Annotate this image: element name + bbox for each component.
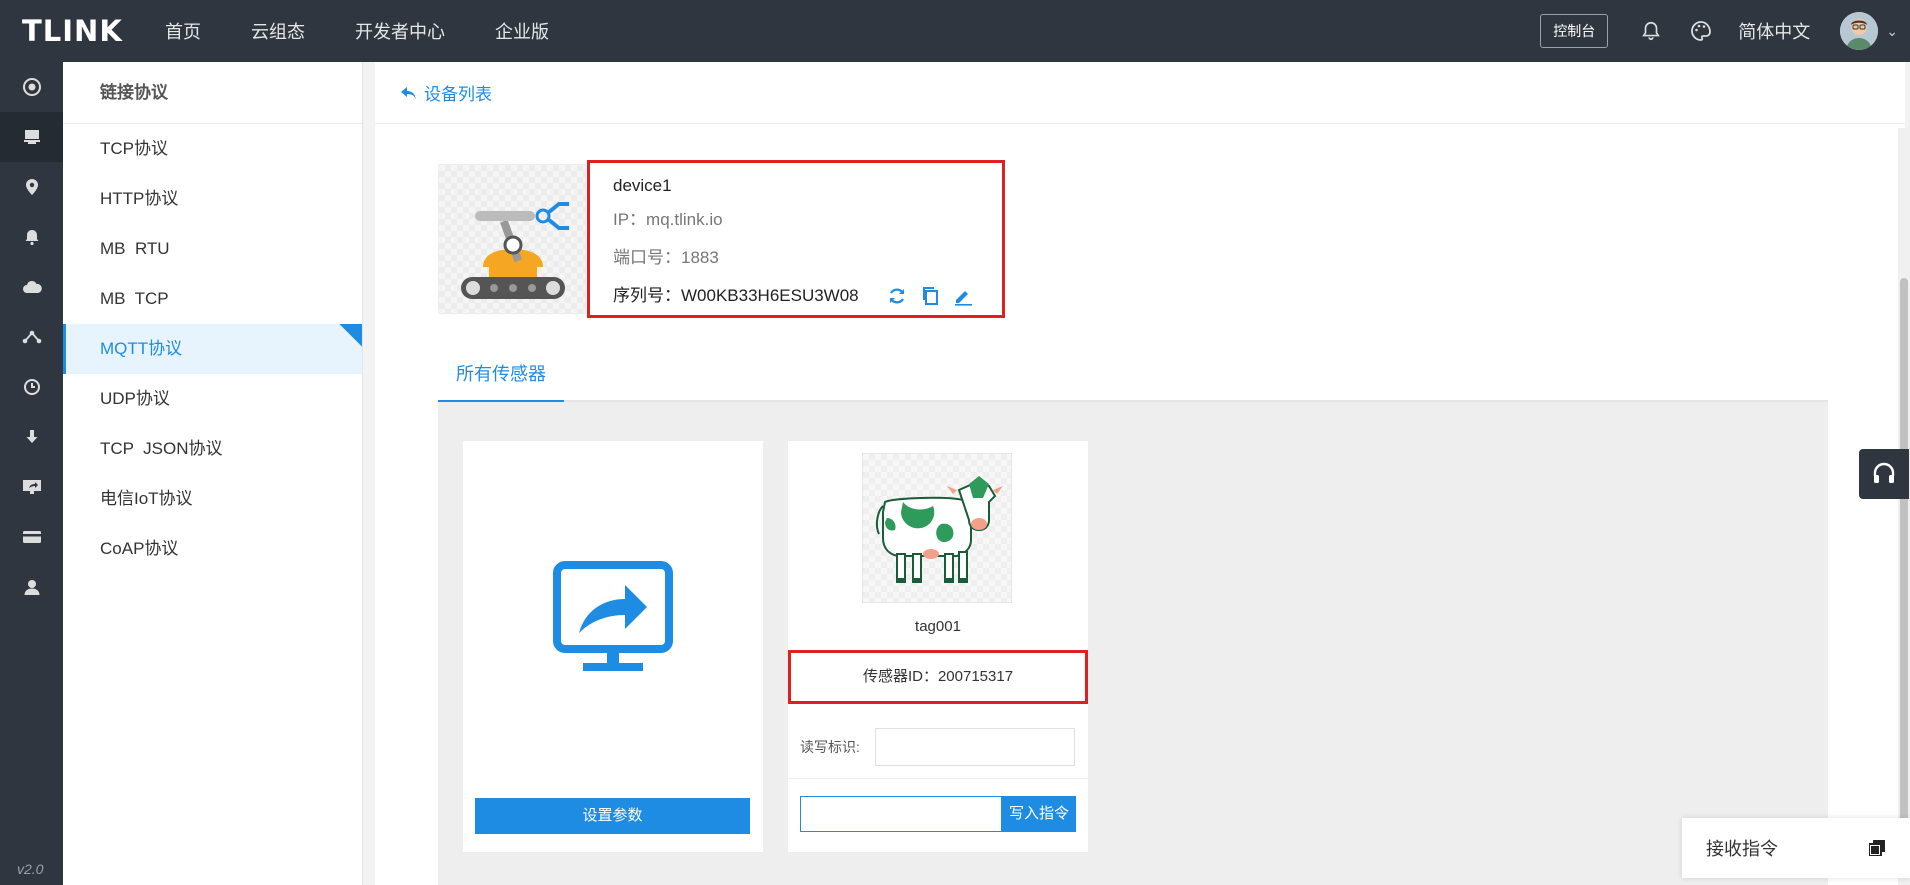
device-serial-row: 序列号：W00KB33H6ESU3W08 (613, 277, 1002, 315)
sensor-tabs: 所有传感器 (438, 346, 1828, 402)
rw-label: 读写标识: (800, 739, 860, 755)
sidebar-item-tcp-json[interactable]: TCP JSON协议 (63, 424, 362, 474)
dashboard-icon[interactable] (0, 62, 63, 112)
cloud-icon[interactable] (0, 262, 63, 312)
card-icon[interactable] (0, 512, 63, 562)
top-bar: TLINK 首页 云组态 开发者中心 企业版 控制台 简体中文 ⌄ (0, 0, 1910, 62)
receive-command-panel[interactable]: 接收指令 (1682, 818, 1910, 878)
breadcrumb[interactable]: 设备列表 (375, 62, 1905, 124)
current-ribbon (330, 324, 362, 356)
screen-share-icon[interactable] (0, 462, 63, 512)
sidebar-title: 链接协议 (63, 62, 362, 124)
sidebar-item-label: MQTT协议 (100, 339, 183, 358)
scrollbar[interactable] (1898, 128, 1910, 885)
sidebar-item-telecom-iot[interactable]: 电信IoT协议 (63, 474, 362, 524)
set-param-card: 设置参数 (463, 441, 763, 852)
sensor-image (862, 453, 1012, 603)
download-icon[interactable] (0, 412, 63, 462)
device-serial: 序列号：W00KB33H6ESU3W08 (613, 286, 859, 305)
sidebar-item-mb-tcp[interactable]: MB TCP (63, 274, 362, 324)
scrollbar-thumb[interactable] (1900, 278, 1908, 878)
write-command-button[interactable]: 写入指令 (1002, 796, 1076, 832)
sensor-id: 传感器ID：200715317 (788, 650, 1088, 704)
screen-share-icon (553, 561, 673, 671)
clock-icon[interactable] (0, 362, 63, 412)
device-image (438, 164, 586, 314)
device-info-box: device1 IP：mq.tlink.io 端口号：1883 序列号：W00K… (587, 160, 1005, 318)
sidebar-item-tcp[interactable]: TCP协议 (63, 124, 362, 174)
device-name: device1 (613, 176, 672, 195)
sensor-tag-name: tag001 (915, 618, 961, 635)
protocol-sidebar: 链接协议 TCP协议 HTTP协议 MB RTU MB TCP MQTT协议 U… (63, 62, 363, 885)
main-content: 设备列表 device1 IP：mq.tlink.io 端口号：1883 序列号… (375, 62, 1905, 885)
back-arrow-icon (401, 86, 416, 99)
command-input[interactable] (800, 796, 1002, 832)
sidebar-item-http[interactable]: HTTP协议 (63, 174, 362, 224)
location-icon[interactable] (0, 162, 63, 212)
headset-icon (1873, 462, 1895, 483)
console-button[interactable]: 控制台 (1540, 14, 1609, 48)
divider (788, 778, 1088, 779)
device-port: 端口号：1883 (613, 248, 719, 267)
rw-field: 读写标识: (800, 728, 1075, 766)
sidebar-item-coap[interactable]: CoAP协议 (63, 524, 362, 574)
set-param-button[interactable]: 设置参数 (475, 798, 750, 834)
top-right: 控制台 简体中文 ⌄ (1540, 0, 1910, 62)
tab-all-sensors[interactable]: 所有传感器 (438, 346, 564, 402)
receive-command-label: 接收指令 (1706, 839, 1778, 859)
breadcrumb-device-list[interactable]: 设备列表 (424, 80, 492, 105)
window-icon[interactable] (1869, 840, 1885, 856)
sensor-card: tag001 传感器ID：200715317 读写标识: 写入指令 (788, 441, 1088, 852)
sidebar-item-mb-rtu[interactable]: MB RTU (63, 224, 362, 274)
share-node-icon[interactable] (0, 312, 63, 362)
copy-icon[interactable] (920, 286, 940, 306)
nav-cloud-config[interactable]: 云组态 (251, 18, 305, 44)
edit-icon[interactable] (953, 286, 973, 306)
sidebar-item-udp[interactable]: UDP协议 (63, 374, 362, 424)
command-row: 写入指令 (800, 796, 1076, 832)
refresh-icon[interactable] (887, 286, 907, 306)
brand-logo[interactable]: TLINK (0, 14, 125, 48)
sidebar-item-mqtt[interactable]: MQTT协议 (63, 324, 362, 374)
nav-developer[interactable]: 开发者中心 (355, 18, 445, 44)
version-label: v2.0 (17, 861, 44, 877)
bell-icon[interactable] (1638, 18, 1664, 44)
rw-input[interactable] (875, 728, 1075, 766)
user-icon[interactable] (0, 562, 63, 612)
chevron-down-icon[interactable]: ⌄ (1886, 23, 1898, 40)
top-nav: 首页 云组态 开发者中心 企业版 (165, 18, 599, 44)
sensor-panel: 设置参数 tag001 传感器ID：200715317 读写标识: 写入指令 (438, 402, 1828, 885)
icon-sidebar: v2.0 (0, 62, 63, 885)
nav-home[interactable]: 首页 (165, 18, 201, 44)
device-icon[interactable] (0, 112, 63, 162)
alarm-icon[interactable] (0, 212, 63, 262)
headset-support-button[interactable] (1859, 449, 1909, 499)
palette-icon[interactable] (1688, 18, 1714, 44)
nav-enterprise[interactable]: 企业版 (495, 18, 549, 44)
device-ip: IP：mq.tlink.io (613, 210, 723, 229)
language-selector[interactable]: 简体中文 (1738, 18, 1810, 44)
avatar[interactable] (1840, 12, 1879, 50)
